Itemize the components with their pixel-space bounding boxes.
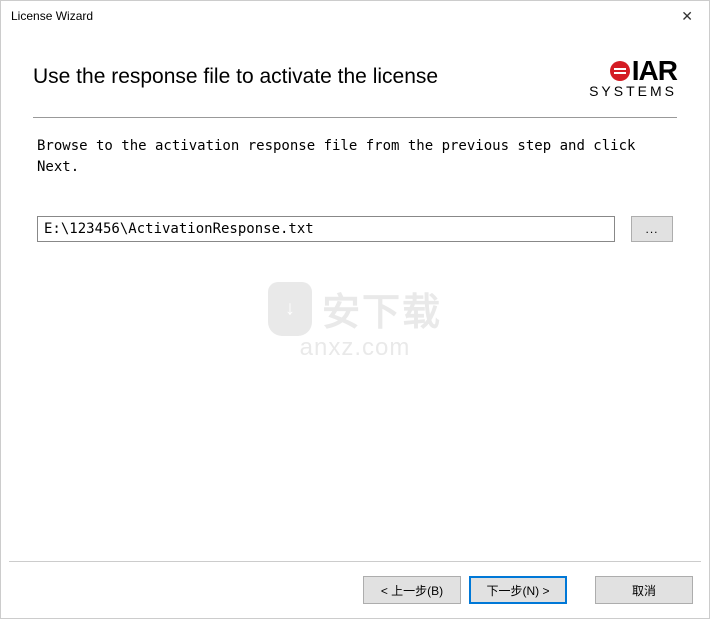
- next-button[interactable]: 下一步(N) >: [469, 576, 567, 604]
- watermark-row: 安下载: [268, 281, 442, 336]
- logo-text-iar: IAR: [632, 57, 677, 85]
- wizard-button-row: < 上一步(B) 下一步(N) > 取消: [363, 576, 693, 604]
- close-icon[interactable]: ✕: [673, 4, 701, 29]
- shield-icon: [268, 282, 312, 336]
- window-title: License Wizard: [11, 9, 93, 23]
- header-row: Use the response file to activate the li…: [33, 57, 677, 99]
- cancel-button[interactable]: 取消: [595, 576, 693, 604]
- file-input-row: ...: [33, 216, 677, 242]
- content-area: Use the response file to activate the li…: [1, 31, 709, 242]
- page-heading: Use the response file to activate the li…: [33, 65, 438, 89]
- back-button[interactable]: < 上一步(B): [363, 576, 461, 604]
- logo-top: IAR: [587, 57, 677, 85]
- response-file-path-input[interactable]: [37, 216, 615, 242]
- watermark-url: anxz.com: [300, 334, 411, 362]
- footer-separator: [9, 561, 701, 562]
- instruction-text: Browse to the activation response file f…: [33, 136, 677, 178]
- watermark: 安下载 anxz.com: [268, 281, 442, 362]
- titlebar: License Wizard ✕: [1, 1, 709, 31]
- browse-button[interactable]: ...: [631, 216, 673, 242]
- logo-text-systems: SYSTEMS: [587, 83, 677, 99]
- logo-circle-icon: [610, 61, 630, 81]
- iar-logo: IAR SYSTEMS: [587, 57, 677, 99]
- watermark-text: 安下载: [322, 281, 442, 336]
- header-separator: [33, 117, 677, 118]
